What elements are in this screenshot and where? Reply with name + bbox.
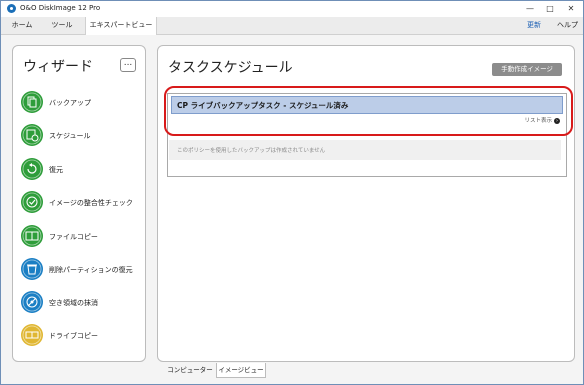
wizard-item-label: ファイルコピー	[49, 233, 98, 241]
restore-icon	[21, 158, 43, 180]
manual-image-button[interactable]: 手動作成イメージ >>>	[492, 63, 562, 86]
wizard-item-label: 復元	[49, 166, 63, 174]
minimize-button[interactable]: —	[523, 3, 537, 14]
schedule-icon	[21, 124, 43, 146]
recycle-icon	[21, 258, 43, 280]
tab-home[interactable]: ホーム	[5, 17, 39, 34]
drive-copy-icon	[21, 324, 43, 346]
wizard-panel: ウィザード ... バックアップ スケジュール 復元 イメージの整合性チェック	[12, 45, 146, 362]
wizard-item-label: スケジュール	[49, 132, 91, 140]
more-options-button[interactable]: ...	[120, 58, 136, 72]
wizard-item-backup[interactable]: バックアップ	[21, 91, 151, 115]
no-backup-message: このポリシーを使用したバックアップは作成されていません	[177, 148, 326, 154]
help-link[interactable]: ヘルプ	[557, 17, 578, 34]
empty-backup-row: このポリシーを使用したバックアップは作成されていません	[169, 140, 561, 160]
wizard-item-label: バックアップ	[49, 99, 91, 107]
wizard-item-drive-copy[interactable]: ドライブコピー	[21, 324, 151, 348]
wizard-item-image-check[interactable]: イメージの整合性チェック	[21, 191, 151, 215]
app-window: O&O DiskImage 12 Pro — □ ✕ ホーム ツール エキスパー…	[0, 0, 584, 385]
tab-expert-view[interactable]: エキスパートビュー	[85, 17, 157, 35]
window-title: O&O DiskImage 12 Pro	[20, 4, 101, 12]
wizard-item-restore[interactable]: 復元	[21, 158, 151, 182]
wizard-item-label: 空き領域の抹消	[49, 299, 98, 307]
file-copy-icon	[21, 225, 43, 247]
wizard-item-file-copy[interactable]: ファイルコピー	[21, 225, 151, 249]
wizard-item-label: イメージの整合性チェック	[49, 199, 133, 207]
tab-computer[interactable]: コンピューター	[165, 363, 215, 377]
highlight-annotation	[164, 86, 573, 136]
backup-icon	[21, 91, 43, 113]
page-title: タスクスケジュール	[168, 60, 293, 76]
maximize-button[interactable]: □	[543, 3, 557, 14]
check-icon	[21, 191, 43, 213]
wizard-title: ウィザード	[23, 59, 93, 75]
app-logo-icon	[7, 4, 16, 13]
update-link[interactable]: 更新	[527, 17, 541, 34]
wizard-item-schedule[interactable]: スケジュール	[21, 124, 151, 148]
wizard-item-label: ドライブコピー	[49, 332, 98, 340]
wizard-item-wipe-free-space[interactable]: 空き領域の抹消	[21, 291, 151, 315]
task-schedule-panel: タスクスケジュール 手動作成イメージ >>> CP ライブバックアップタスク -…	[157, 45, 575, 362]
tab-image-view[interactable]: イメージビュー	[216, 363, 266, 378]
wizard-item-partition-restore[interactable]: 削除パーティションの復元	[21, 258, 151, 282]
title-bar: O&O DiskImage 12 Pro — □ ✕	[1, 1, 583, 17]
disk-wipe-icon	[21, 291, 43, 313]
wizard-item-label: 削除パーティションの復元	[49, 266, 133, 274]
menu-bar: ホーム ツール エキスパートビュー 更新 ヘルプ	[1, 17, 583, 35]
tab-tools[interactable]: ツール	[45, 17, 79, 34]
close-button[interactable]: ✕	[564, 3, 578, 14]
